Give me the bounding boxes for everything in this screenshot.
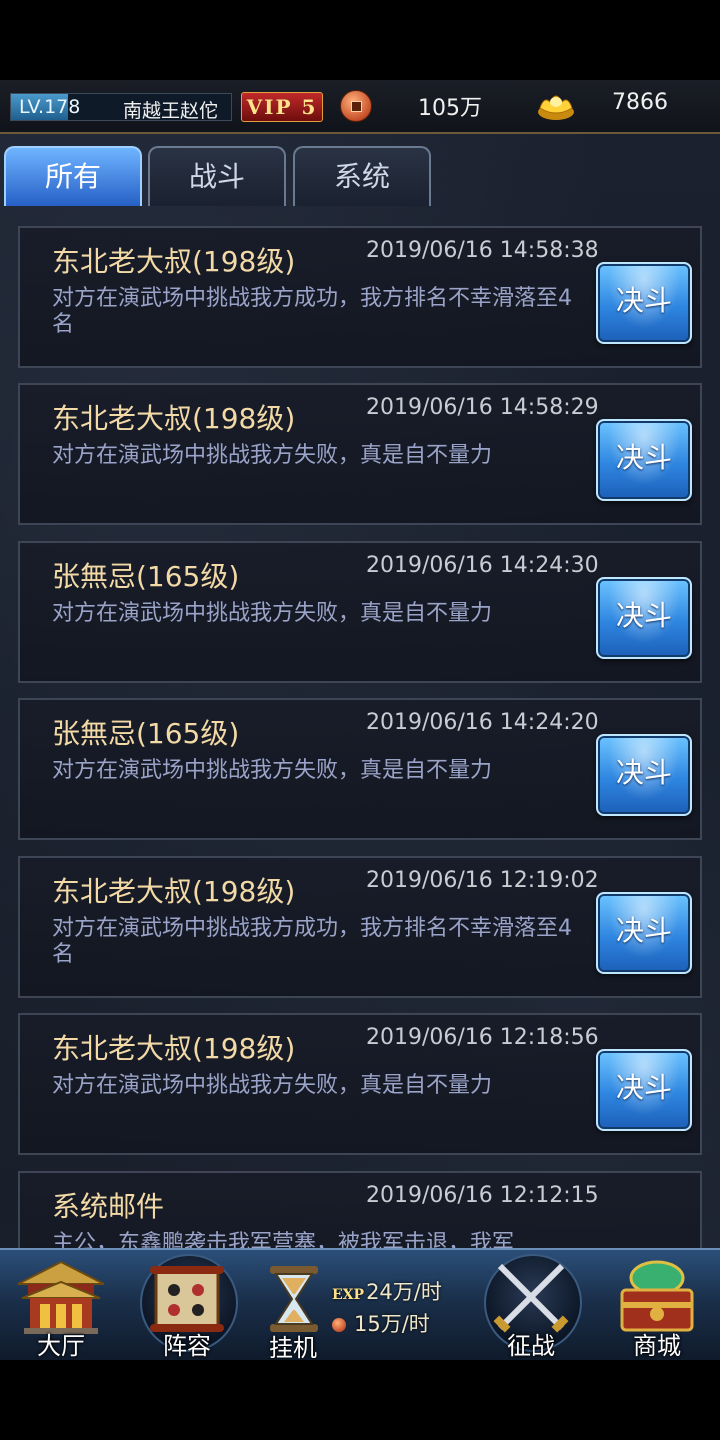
copper-coin-icon	[332, 1318, 346, 1332]
hourglass-icon	[270, 1266, 318, 1332]
player-level-bar[interactable]: LV.178 南越王赵佗	[10, 93, 232, 122]
nav-campaign-label: 征战	[507, 1332, 555, 1360]
message-item[interactable]: 东北老大叔(198级) 2019/06/16 12:18:56 对方在演武场中挑…	[18, 1013, 702, 1155]
message-sender: 东北老大叔(198级)	[52, 1032, 296, 1065]
tab-battle[interactable]: 战斗	[148, 146, 286, 206]
nav-hall-label: 大厅	[37, 1332, 85, 1360]
message-time: 2019/06/16 14:58:38	[366, 238, 599, 263]
coin-rate-value: 15万/时	[354, 1312, 430, 1336]
duel-button[interactable]: 决斗	[596, 892, 692, 974]
idle-coin-rate: 15万/时	[332, 1308, 430, 1338]
player-name: 南越王赵佗	[123, 100, 219, 122]
level-label: LV.178	[19, 96, 81, 118]
message-time: 2019/06/16 14:24:30	[366, 553, 599, 578]
tab-all[interactable]: 所有	[4, 146, 142, 206]
gold-ingot-icon	[538, 95, 574, 120]
message-item[interactable]: 张無忌(165级) 2019/06/16 14:24:30 对方在演武场中挑战我…	[18, 541, 702, 683]
message-sender: 张無忌(165级)	[52, 560, 240, 593]
nav-hall[interactable]: 大厅	[6, 1254, 116, 1360]
message-sender: 东北老大叔(198级)	[52, 402, 296, 435]
duel-button[interactable]: 决斗	[596, 734, 692, 816]
message-sender: 系统邮件	[52, 1190, 165, 1223]
vip-badge[interactable]: VIP 5	[241, 92, 323, 122]
formation-scroll-icon	[150, 1266, 224, 1332]
message-item[interactable]: 东北老大叔(198级) 2019/06/16 14:58:38 对方在演武场中挑…	[18, 226, 702, 368]
message-time: 2019/06/16 12:19:02	[366, 868, 599, 893]
duel-button[interactable]: 决斗	[596, 1049, 692, 1131]
message-sender: 张無忌(165级)	[52, 717, 240, 750]
exp-rate-value: 24万/时	[366, 1280, 442, 1304]
bottom-nav: 大厅 阵容 挂机 EXP24万/时 15万/时 征战 商城	[0, 1248, 720, 1360]
message-time: 2019/06/16 14:24:20	[366, 710, 599, 735]
duel-button[interactable]: 决斗	[596, 262, 692, 344]
message-item[interactable]: 东北老大叔(198级) 2019/06/16 12:19:02 对方在演武场中挑…	[18, 856, 702, 998]
message-body: 对方在演武场中挑战我方成功，我方排名不幸滑落至4名	[52, 916, 572, 967]
message-body: 对方在演武场中挑战我方失败，真是自不量力	[52, 1073, 493, 1098]
message-time: 2019/06/16 12:12:15	[366, 1183, 599, 1208]
status-bar: LV.178 南越王赵佗 VIP 5 105万 7866	[0, 80, 720, 134]
idle-exp-rate: EXP24万/时	[332, 1276, 442, 1306]
nav-lineup[interactable]: 阵容	[132, 1254, 242, 1360]
exp-tag: EXP	[332, 1287, 365, 1303]
message-body: 对方在演武场中挑战我方成功，我方排名不幸滑落至4名	[52, 286, 572, 337]
message-body: 对方在演武场中挑战我方失败，真是自不量力	[52, 758, 493, 783]
message-time: 2019/06/16 12:18:56	[366, 1025, 599, 1050]
nav-shop-label: 商城	[633, 1332, 681, 1360]
message-body: 对方在演武场中挑战我方失败，真是自不量力	[52, 601, 493, 626]
duel-button[interactable]: 决斗	[596, 419, 692, 501]
tab-system[interactable]: 系统	[293, 146, 431, 206]
nav-campaign[interactable]: 征战	[476, 1254, 586, 1360]
mail-screen: LV.178 南越王赵佗 VIP 5 105万 7866 所有 战斗 系统 东北…	[0, 80, 720, 1360]
message-item[interactable]: 东北老大叔(198级) 2019/06/16 14:58:29 对方在演武场中挑…	[18, 383, 702, 525]
nav-idle[interactable]: 挂机 EXP24万/时 15万/时	[258, 1256, 458, 1360]
message-sender: 东北老大叔(198级)	[52, 875, 296, 908]
copper-coin-icon	[340, 90, 372, 122]
duel-button[interactable]: 决斗	[596, 577, 692, 659]
message-time: 2019/06/16 14:58:29	[366, 395, 599, 420]
coin-count: 105万	[418, 96, 482, 121]
message-sender: 东北老大叔(198级)	[52, 245, 296, 278]
nav-lineup-label: 阵容	[163, 1332, 211, 1360]
message-body: 对方在演武场中挑战我方失败，真是自不量力	[52, 443, 493, 468]
nav-shop[interactable]: 商城	[602, 1254, 712, 1360]
message-item[interactable]: 张無忌(165级) 2019/06/16 14:24:20 对方在演武场中挑战我…	[18, 698, 702, 840]
gold-count: 7866	[612, 90, 668, 115]
